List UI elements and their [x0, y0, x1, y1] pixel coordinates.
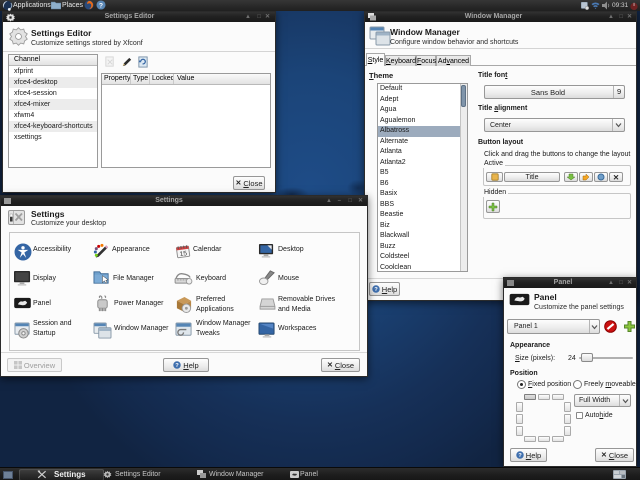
- svg-text:?: ?: [176, 363, 180, 369]
- svg-text:15: 15: [179, 250, 188, 258]
- svg-text:?: ?: [518, 453, 522, 459]
- svg-text:?: ?: [374, 287, 378, 293]
- svg-text:?: ?: [99, 2, 103, 9]
